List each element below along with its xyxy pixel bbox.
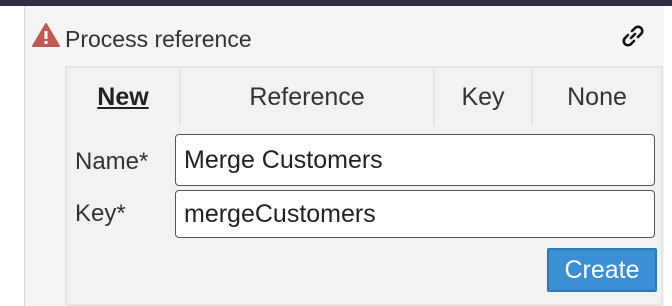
panel-title: Process reference [65,26,252,52]
name-field[interactable] [175,134,655,186]
create-button[interactable]: Create [547,248,657,292]
right-edge [664,6,672,306]
tab-reference[interactable]: Reference [181,68,435,126]
link-icon[interactable] [621,24,645,48]
key-field[interactable] [175,190,655,238]
warning-triangle-icon [32,22,60,48]
name-label: Name* [75,148,149,175]
tab-none[interactable]: None [533,68,661,126]
key-label: Key* [75,200,126,227]
reference-tabs-container: New Reference Key None Name* Key* Create [65,66,663,306]
tab-key[interactable]: Key [435,68,533,126]
process-reference-panel: Process reference New Reference Key None… [24,6,666,306]
tab-new[interactable]: New [67,68,181,126]
tab-row: New Reference Key None [67,68,661,126]
panel-header: Process reference [25,6,665,66]
